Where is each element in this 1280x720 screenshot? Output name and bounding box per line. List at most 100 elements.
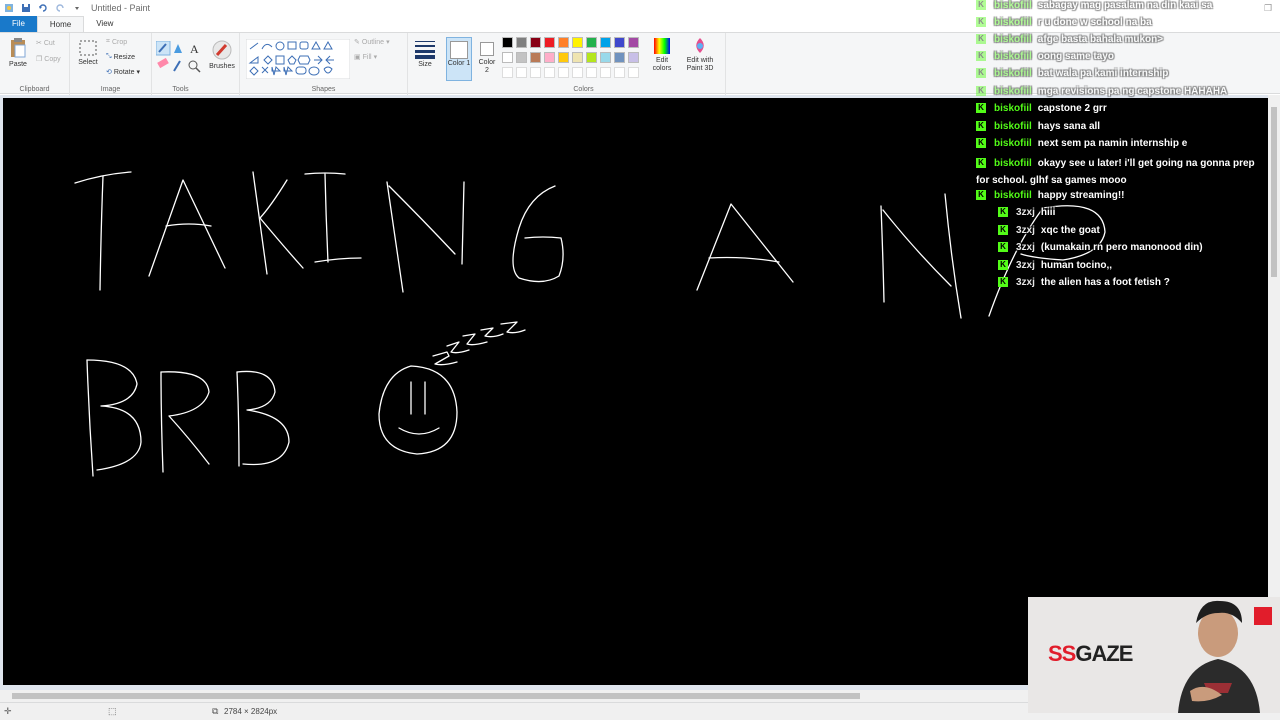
copy-button[interactable]: ❐ Copy xyxy=(36,55,61,64)
empty-color-swatch[interactable] xyxy=(586,67,597,78)
kick-badge-icon: K xyxy=(976,190,986,201)
color-swatch[interactable] xyxy=(544,52,555,63)
color-swatch[interactable] xyxy=(586,37,597,48)
chat-username[interactable]: biskofiil xyxy=(994,138,1032,149)
chat-username[interactable]: 3zxj xyxy=(1016,277,1035,288)
chat-username[interactable]: 3zxj xyxy=(1016,207,1035,218)
chat-text: capstone 2 grr xyxy=(1037,103,1107,114)
chat-text: afge basta bahala mukon> xyxy=(1037,34,1164,45)
kick-badge-icon: K xyxy=(976,158,986,169)
select-button[interactable]: Select xyxy=(76,39,100,66)
kick-badge-icon: K xyxy=(976,86,986,97)
color-swatch[interactable] xyxy=(572,52,583,63)
outline-icon: ✎ xyxy=(354,39,360,46)
chat-username[interactable]: 3zxj xyxy=(1016,242,1035,253)
crop-button[interactable]: ⌗ Crop xyxy=(106,38,127,46)
empty-color-swatch[interactable] xyxy=(600,67,611,78)
color-swatch[interactable] xyxy=(530,52,541,63)
chat-message: K 3zxj human tocino,, xyxy=(998,260,1112,271)
canvas-size-icon: ⧉ xyxy=(212,706,219,716)
chat-message: Kbiskofiil hays sana all xyxy=(976,121,1100,132)
color2-button[interactable]: Color 2 xyxy=(476,37,498,75)
color-swatch[interactable] xyxy=(544,37,555,48)
color-swatch[interactable] xyxy=(586,52,597,63)
chat-message: K 3zxj xqc the goat xyxy=(998,225,1100,236)
color-swatch[interactable] xyxy=(628,52,639,63)
chat-message: Kbiskofiil next sem pa namin internship e xyxy=(976,138,1187,149)
empty-color-swatch[interactable] xyxy=(572,67,583,78)
empty-color-swatch[interactable] xyxy=(614,67,625,78)
resize-button[interactable]: ⤡ Resize xyxy=(106,53,135,61)
color-swatch[interactable] xyxy=(502,52,513,63)
color1-button[interactable]: Color 1 xyxy=(446,37,472,81)
tools-group-label: Tools xyxy=(172,86,189,93)
chat-username[interactable]: biskofiil xyxy=(994,51,1032,62)
save-icon[interactable] xyxy=(21,3,31,13)
color-swatch[interactable] xyxy=(502,37,513,48)
empty-color-swatch[interactable] xyxy=(516,67,527,78)
edit-with-paint3d-button[interactable]: Edit with Paint 3D xyxy=(680,37,720,73)
chat-username[interactable]: 3zxj xyxy=(1016,225,1035,236)
outline-button[interactable]: ✎ Outline ▾ xyxy=(354,38,390,47)
color-swatch[interactable] xyxy=(628,37,639,48)
color-swatch[interactable] xyxy=(600,37,611,48)
brushes-button[interactable]: Brushes xyxy=(206,39,238,70)
color-swatch[interactable] xyxy=(614,37,625,48)
redo-icon[interactable] xyxy=(55,3,65,13)
empty-color-swatch[interactable] xyxy=(558,67,569,78)
rotate-icon: ⟲ xyxy=(106,69,112,76)
chat-username[interactable]: biskofiil xyxy=(994,68,1032,79)
color-swatch[interactable] xyxy=(516,52,527,63)
empty-color-swatch[interactable] xyxy=(544,67,555,78)
window-controls: ❐ xyxy=(1256,0,1280,16)
color-swatch[interactable] xyxy=(558,37,569,48)
color-swatch[interactable] xyxy=(614,52,625,63)
chat-username[interactable]: biskofiil xyxy=(994,158,1032,169)
vertical-scroll-thumb[interactable] xyxy=(1271,107,1277,277)
chat-username[interactable]: biskofiil xyxy=(994,103,1032,114)
tool-icons: A xyxy=(156,41,201,73)
image-group: Select ⌗ Crop ⤡ Resize ⟲ Rotate ▾ Image xyxy=(70,33,152,95)
chat-message: K 3zxj (kumakain rn pero manonood din) xyxy=(998,242,1203,253)
tab-file[interactable]: File xyxy=(0,16,37,32)
crop-label: Crop xyxy=(111,38,128,46)
color-swatch[interactable] xyxy=(516,37,527,48)
cam-corner-badge xyxy=(1254,607,1272,625)
chat-username[interactable]: biskofiil xyxy=(994,34,1032,45)
edit-colors-button[interactable]: Edit colors xyxy=(648,37,676,73)
size-button[interactable]: Size xyxy=(412,39,438,68)
chat-username[interactable]: 3zxj xyxy=(1016,260,1035,271)
logo-gaze-text: GAZE xyxy=(1075,641,1133,666)
brush-icon xyxy=(212,40,232,60)
chevron-down-icon: ▾ xyxy=(136,69,141,76)
outline-label: Outline xyxy=(361,38,385,46)
paste-icon xyxy=(11,38,26,58)
fill-button[interactable]: ▣ Fill ▾ xyxy=(354,53,377,62)
shapes-gallery-icon[interactable] xyxy=(246,39,350,79)
shapes-group-label: Shapes xyxy=(311,86,336,93)
paste-button[interactable]: Paste xyxy=(6,37,30,68)
empty-color-swatch[interactable] xyxy=(530,67,541,78)
chat-username[interactable]: biskofiil xyxy=(994,0,1032,11)
undo-icon[interactable] xyxy=(38,3,48,13)
horizontal-scroll-thumb[interactable] xyxy=(12,693,860,699)
empty-color-swatch[interactable] xyxy=(502,67,513,78)
paint3d-icon xyxy=(696,38,704,53)
tab-home[interactable]: Home xyxy=(36,16,85,32)
rotate-button[interactable]: ⟲ Rotate ▾ xyxy=(106,68,141,77)
color-swatch[interactable] xyxy=(572,37,583,48)
cut-button[interactable]: ✂ Cut xyxy=(36,39,55,48)
tab-view[interactable]: View xyxy=(84,16,125,32)
chat-username[interactable]: biskofiil xyxy=(994,86,1032,97)
color-swatch[interactable] xyxy=(530,37,541,48)
color1-swatch xyxy=(450,41,468,59)
chat-text: the alien has a foot fetish ? xyxy=(1040,277,1170,288)
color-swatch[interactable] xyxy=(600,52,611,63)
quick-access-dropdown-icon[interactable] xyxy=(72,3,82,13)
chat-username[interactable]: biskofiil xyxy=(994,121,1032,132)
empty-color-swatch[interactable] xyxy=(628,67,639,78)
restore-icon[interactable]: ❐ xyxy=(1256,0,1280,16)
chat-username[interactable]: biskofiil xyxy=(994,17,1032,28)
chat-username[interactable]: biskofiil xyxy=(994,190,1032,201)
color-swatch[interactable] xyxy=(558,52,569,63)
